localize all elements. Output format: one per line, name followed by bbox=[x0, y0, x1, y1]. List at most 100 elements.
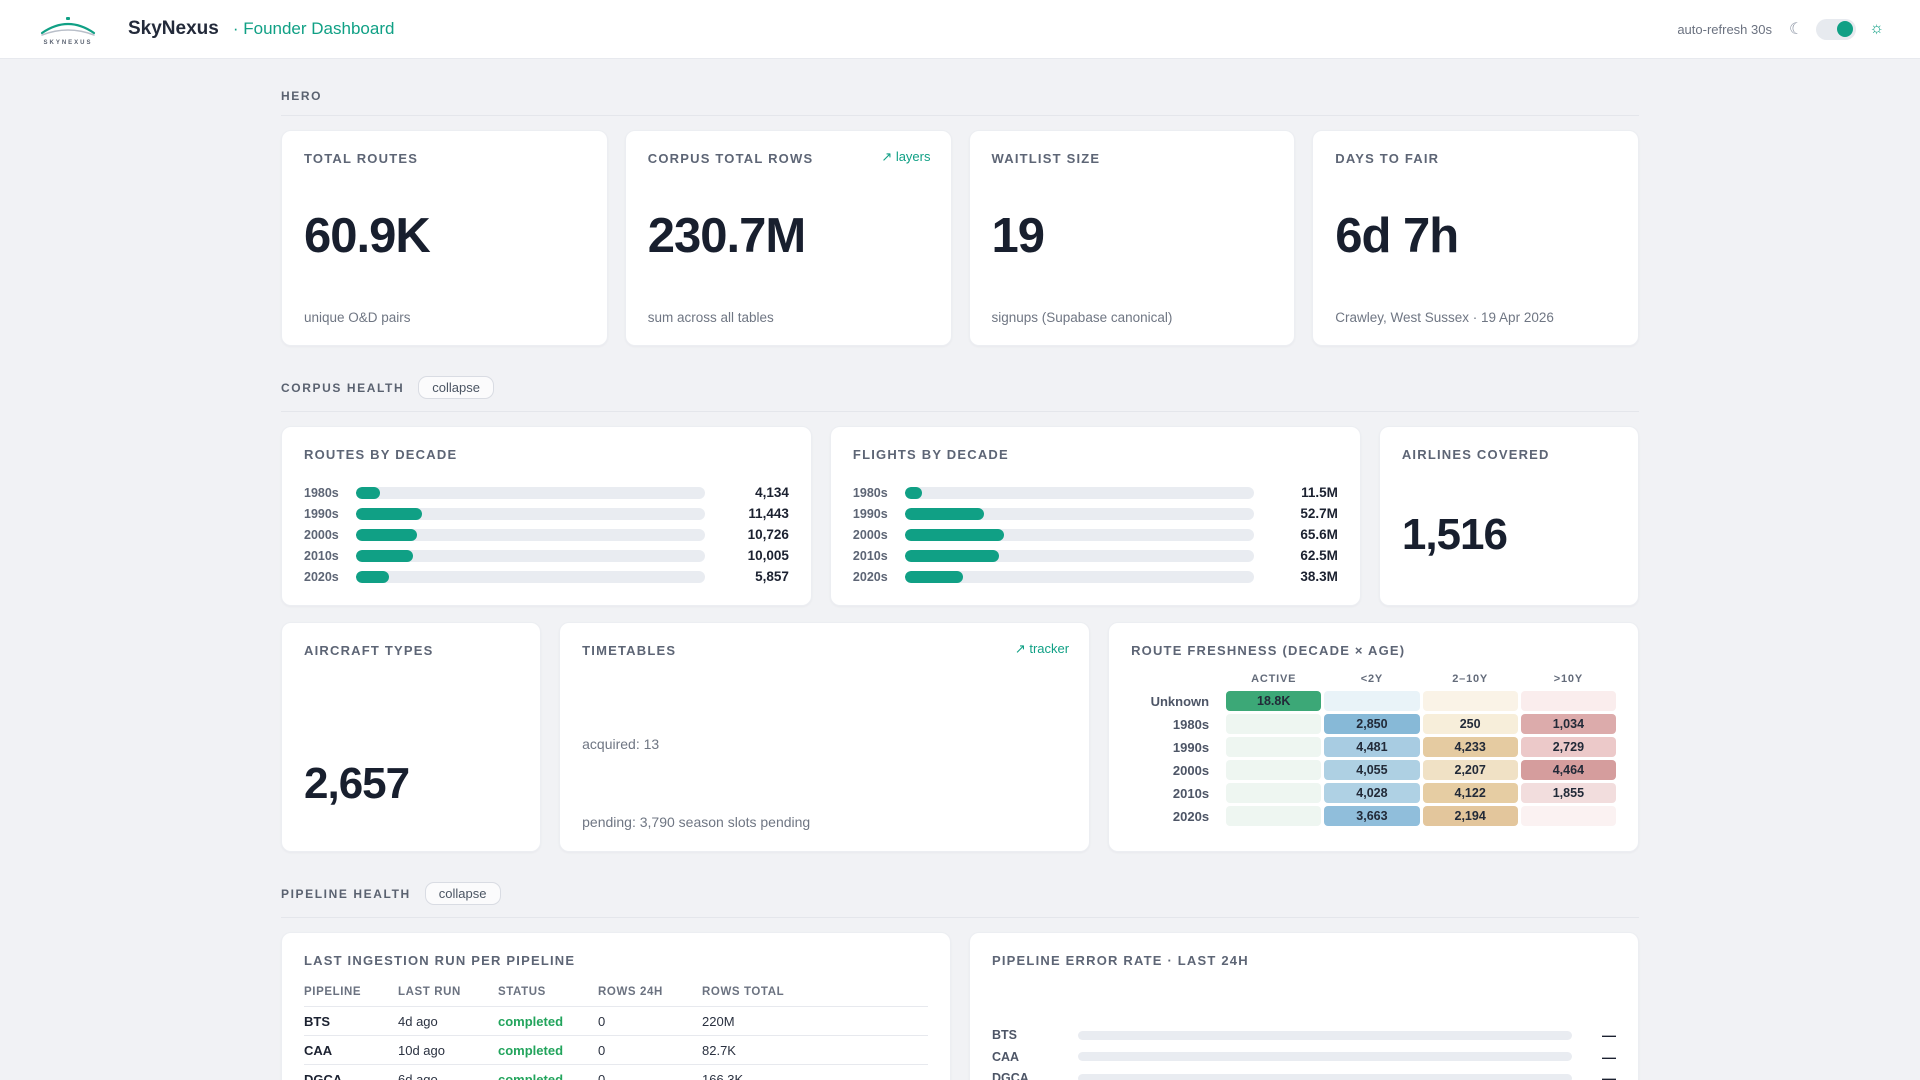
bar-category-label: 1990s bbox=[304, 506, 339, 521]
bar-category-label: 2020s bbox=[304, 569, 339, 584]
bar-value-label: 52.7M bbox=[1300, 506, 1338, 521]
heatmap-cell: 4,481 bbox=[1324, 737, 1420, 757]
error-rate-value: — bbox=[1602, 1027, 1616, 1043]
aircraft-types-value: 2,657 bbox=[304, 759, 410, 808]
heatmap-cell: 4,233 bbox=[1422, 737, 1518, 757]
card-title: AIRLINES COVERED bbox=[1401, 447, 1550, 462]
airlines-covered-value: 1,516 bbox=[1401, 510, 1508, 559]
bar-fill bbox=[356, 549, 414, 562]
waitlist-size-card: WAITLIST SIZE 19 signups (Supabase canon… bbox=[968, 130, 1296, 346]
heatmap-row-label: 2010s bbox=[1172, 785, 1210, 801]
error-rate-row: CAA — bbox=[992, 1048, 1616, 1065]
error-rate-pipeline-label: DGCA bbox=[992, 1071, 1029, 1080]
sun-icon: ☼ bbox=[1869, 20, 1884, 37]
card-subtitle: signups (Supabase canonical) bbox=[991, 310, 1173, 325]
bar-value-label: 65.6M bbox=[1300, 527, 1338, 542]
bar-row: 1980s 11.5M bbox=[852, 485, 1338, 500]
table-column-header: ROWS 24H bbox=[598, 986, 663, 998]
bar-track bbox=[904, 507, 1254, 520]
heatmap-cell bbox=[1226, 806, 1322, 826]
layers-link[interactable]: ↗ layers bbox=[881, 149, 930, 165]
bar-track bbox=[904, 528, 1254, 541]
bar-row: 1980s 4,134 bbox=[304, 485, 789, 500]
table-column-header: STATUS bbox=[498, 986, 546, 998]
moon-icon: ☾ bbox=[1788, 21, 1804, 38]
hero-section-label: HERO bbox=[281, 89, 323, 103]
error-rate-value: — bbox=[1602, 1048, 1616, 1065]
bar-value-label: 10,726 bbox=[747, 527, 789, 542]
corpus-total-rows-value: 230.7M bbox=[647, 209, 806, 263]
theme-toggle[interactable] bbox=[1816, 18, 1857, 40]
bar-fill bbox=[356, 570, 390, 583]
total-routes-value: 60.9K bbox=[304, 209, 431, 263]
pipeline-error-rate-bars: BTS—CAA—DGCA—Eurostat—StatCan— bbox=[992, 1027, 1616, 1080]
tracker-link[interactable]: ↗ tracker bbox=[1015, 641, 1069, 657]
heatmap-row: Unknown 18.8K bbox=[1131, 691, 1616, 711]
bar-category-label: 2020s bbox=[852, 569, 888, 584]
heatmap-row-label: 2020s bbox=[1172, 808, 1210, 824]
pipeline-error-rate-card: PIPELINE ERROR RATE · LAST 24H BTS — CAA — D… bbox=[969, 932, 1639, 1080]
section-divider bbox=[281, 917, 1639, 918]
heatmap-cell: 1,855 bbox=[1520, 783, 1616, 803]
corpus-collapse-button[interactable]: collapse bbox=[418, 376, 494, 399]
bar-category-label: 2010s bbox=[304, 548, 339, 563]
error-rate-track bbox=[1078, 1052, 1572, 1061]
heatmap-row-label: 2000s bbox=[1172, 762, 1210, 778]
error-rate-value: — bbox=[1602, 1070, 1616, 1080]
bar-track bbox=[904, 486, 1254, 499]
heatmap-cell bbox=[1226, 737, 1322, 757]
skynexus-logo: SKYNEXUS bbox=[36, 13, 100, 46]
heatmap-cell bbox=[1226, 783, 1322, 803]
last-run-cell: 10d ago bbox=[398, 1042, 445, 1058]
card-title: TIMETABLES bbox=[582, 643, 677, 658]
error-rate-row: DGCA — bbox=[992, 1070, 1616, 1080]
table-column-header: LAST RUN bbox=[398, 986, 461, 998]
heatmap-cell: 2,194 bbox=[1422, 806, 1518, 826]
bar-category-label: 1990s bbox=[852, 506, 888, 521]
bar-row: 2010s 10,005 bbox=[304, 548, 789, 563]
pipeline-name-cell: CAA bbox=[304, 1042, 333, 1058]
bar-row: 1990s 11,443 bbox=[304, 506, 789, 521]
bar-row: 2010s 62.5M bbox=[853, 548, 1338, 563]
heatmap-cell bbox=[1422, 691, 1518, 711]
bar-fill bbox=[356, 486, 380, 499]
chart-title: FLIGHTS BY DECADE bbox=[852, 447, 1009, 462]
error-rate-track bbox=[1078, 1073, 1572, 1080]
pipeline-name-cell: BTS bbox=[304, 1013, 330, 1029]
bar-category-label: 1980s bbox=[304, 485, 339, 500]
heatmap-cell: 1,034 bbox=[1520, 714, 1616, 734]
chart-title: ROUTE FRESHNESS (DECADE × AGE) bbox=[1131, 643, 1406, 658]
table-row: CAA 10d ago completed 0 82.7K bbox=[304, 1035, 928, 1064]
heatmap-cell bbox=[1520, 691, 1616, 711]
bar-track bbox=[356, 486, 705, 499]
heatmap-cell bbox=[1226, 714, 1322, 734]
bar-track bbox=[904, 570, 1254, 583]
table-column-header: PIPELINE bbox=[304, 986, 362, 998]
heatmap-column-header: 2–10Y bbox=[1452, 673, 1489, 685]
bar-category-label: 2000s bbox=[852, 527, 888, 542]
error-rate-pipeline-label: BTS bbox=[992, 1028, 1017, 1042]
section-divider bbox=[281, 411, 1639, 412]
bar-track bbox=[356, 549, 705, 562]
days-to-fair-value: 6d 7h bbox=[1335, 209, 1459, 263]
corpus-health-section-label: CORPUS HEALTH bbox=[281, 380, 405, 395]
ingestion-table: PIPELINE LAST RUN STATUS ROWS 24H ROWS TOTAL… bbox=[304, 980, 928, 1080]
route-freshness-heatmap: ACTIVE <2Y 2–10Y >10Y Unknown 18.8K 1980s 2,850… bbox=[1131, 670, 1616, 829]
pipeline-collapse-button[interactable]: collapse bbox=[424, 882, 501, 905]
logo-arc-icon bbox=[40, 16, 96, 36]
card-subtitle: unique O&D pairs bbox=[304, 310, 411, 325]
heatmap-cell: 4,464 bbox=[1520, 760, 1616, 780]
bar-track bbox=[904, 549, 1254, 562]
heatmap-cell: 250 bbox=[1422, 714, 1518, 734]
top-bar: SKYNEXUS SkyNexus · Founder Dashboard au… bbox=[0, 0, 1920, 59]
heatmap-cell: 3,663 bbox=[1324, 806, 1420, 826]
bar-category-label: 1980s bbox=[852, 485, 888, 500]
flights-by-decade-card: FLIGHTS BY DECADE 1980s 11.5M 1990s 52.7M 20… bbox=[829, 426, 1361, 606]
bar-fill bbox=[356, 507, 422, 520]
card-title: AIRCRAFT TYPES bbox=[304, 643, 434, 658]
heatmap-column-header: >10Y bbox=[1553, 673, 1583, 685]
error-rate-pipeline-label: CAA bbox=[992, 1049, 1020, 1064]
heatmap-cell bbox=[1226, 760, 1322, 780]
aircraft-types-card: AIRCRAFT TYPES 2,657 bbox=[281, 622, 542, 852]
rows-24h-cell: 0 bbox=[598, 1042, 606, 1058]
